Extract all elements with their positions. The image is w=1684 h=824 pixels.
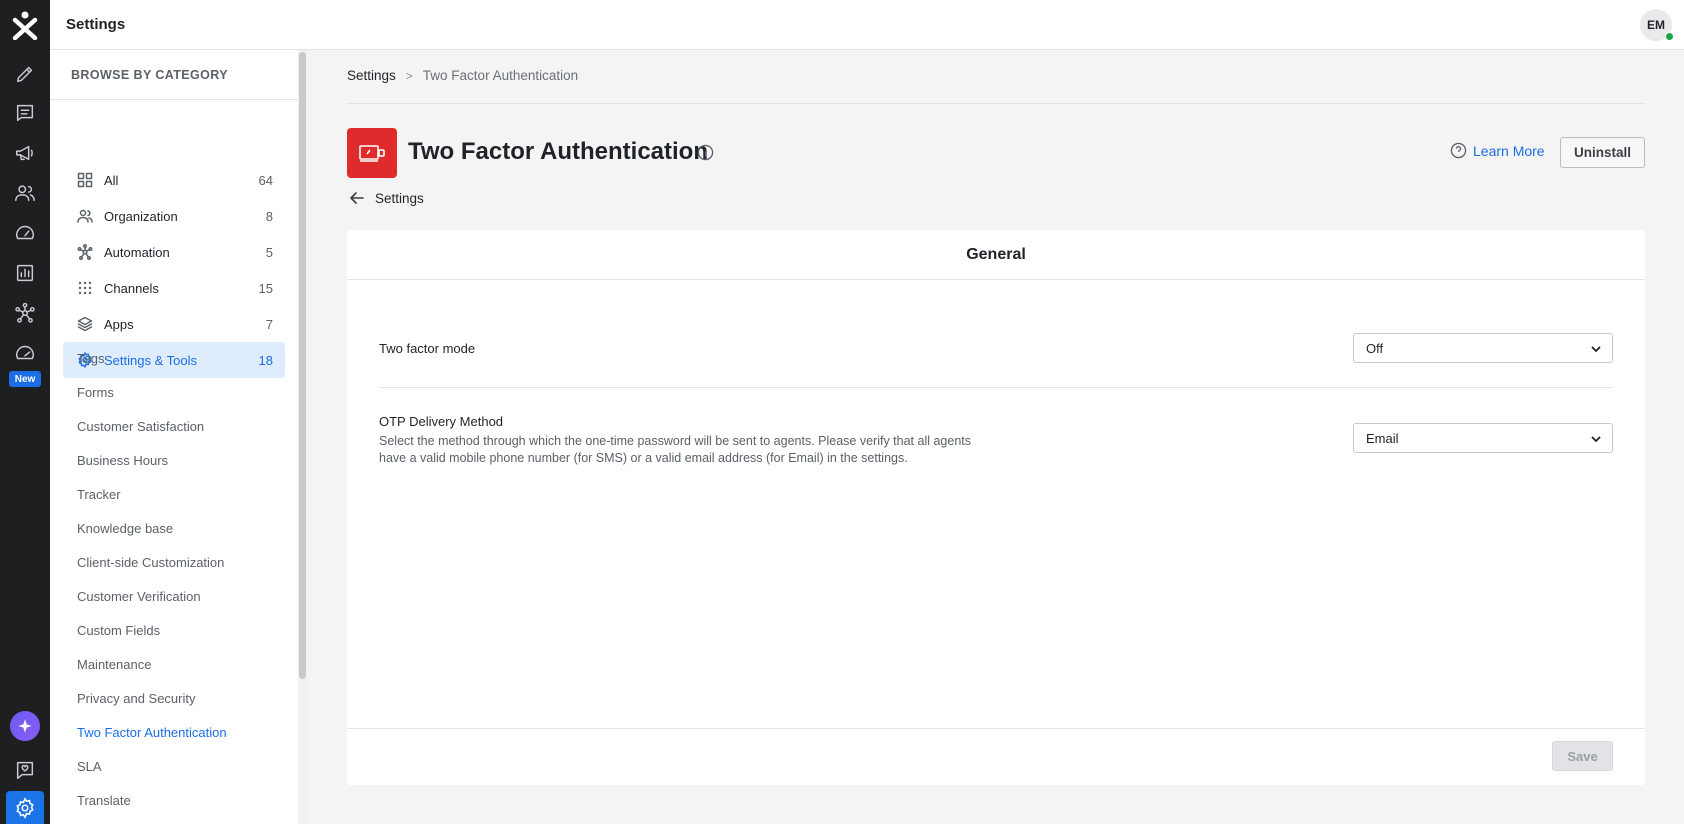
sub-item-tags[interactable]: Tags [77,351,104,366]
sidebar-item-apps[interactable]: Apps 7 [63,306,285,342]
online-status-dot [1665,32,1674,41]
app-title: Two Factor Authentication [408,138,708,165]
new-badge: New [9,371,41,387]
sub-item-privacy-security[interactable]: Privacy and Security [77,691,196,706]
avatar-initials: EM [1647,18,1665,32]
speedometer-icon[interactable] [0,334,50,372]
category-sidebar: BROWSE BY CATEGORY All 64 Organization 8… [50,50,307,824]
card-title: General [347,230,1645,280]
sidebar-item-channels[interactable]: Channels 15 [63,270,285,306]
sub-item-business-hours[interactable]: Business Hours [77,453,168,468]
sidebar-scrollbar-thumb[interactable] [299,52,306,679]
grid-icon [77,172,93,188]
sidebar-heading: BROWSE BY CATEGORY [71,68,228,82]
otp-delivery-value: Email [1366,430,1399,446]
arrow-left-icon [350,192,364,204]
save-button[interactable]: Save [1552,741,1613,771]
card-footer-divider [347,728,1645,729]
sidebar-item-count: 7 [265,316,273,332]
sub-item-two-factor-authentication[interactable]: Two Factor Authentication [77,725,227,740]
two-factor-mode-value: Off [1366,340,1384,356]
breadcrumb-current: Two Factor Authentication [422,68,579,83]
device-lock-icon [359,145,385,162]
automation-icon[interactable] [0,294,50,332]
page-title: Settings [66,16,126,33]
sidebar-item-count: 15 [258,280,273,296]
pencil-icon[interactable] [0,55,50,93]
top-bar: Settings EM [50,0,1684,50]
chevron-down-icon [1591,346,1601,352]
sidebar-divider [50,99,298,100]
two-factor-mode-select[interactable]: Off [1353,333,1613,363]
row-divider [379,387,1613,388]
hub-icon [77,244,93,260]
back-to-settings-link[interactable]: Settings [349,190,424,206]
sub-item-sla[interactable]: SLA [77,759,102,774]
people-icon [77,209,93,223]
tickets-icon[interactable] [0,94,50,132]
sidebar-item-automation[interactable]: Automation 5 [63,234,285,270]
info-icon[interactable] [697,144,714,161]
dots-grid-icon [78,281,92,295]
avatar[interactable]: EM [1640,9,1674,41]
sidebar-item-organization[interactable]: Organization 8 [63,198,285,234]
contacts-icon[interactable] [0,174,50,212]
help-circle-icon [1450,142,1467,159]
settings-icon[interactable] [6,791,44,824]
logo-icon[interactable] [0,6,50,44]
sub-item-knowledge-base[interactable]: Knowledge base [77,521,173,536]
sidebar-item-count: 5 [265,244,273,260]
breadcrumb-root[interactable]: Settings [347,68,396,83]
layers-icon [77,316,93,332]
sidebar-item-label: Settings & Tools [104,352,197,368]
back-label: Settings [375,190,424,206]
app-rail: New [0,0,50,824]
otp-delivery-select[interactable]: Email [1353,423,1613,453]
sidebar-item-count: 64 [258,172,273,188]
sidebar-item-count: 18 [258,352,273,368]
learn-more-label: Learn More [1473,142,1545,159]
sidebar-item-label: Organization [104,208,178,224]
sub-item-translate[interactable]: Translate [77,793,131,808]
sub-item-custom-fields[interactable]: Custom Fields [77,623,160,638]
uninstall-button[interactable]: Uninstall [1560,137,1645,168]
dashboard-icon[interactable] [0,214,50,252]
otp-delivery-description: Select the method through which the one-… [379,434,971,465]
sidebar-item-label: Channels [104,280,159,296]
chevron-down-icon [1591,436,1601,442]
ai-sparkle-icon[interactable] [10,711,40,741]
sub-item-maintenance[interactable]: Maintenance [77,657,151,672]
sidebar-item-all[interactable]: All 64 [63,162,285,198]
breadcrumb: Settings > Two Factor Authentication [347,68,578,83]
app-logo [347,128,397,178]
sidebar-item-label: Apps [104,316,134,332]
feedback-icon[interactable] [0,751,50,789]
two-factor-mode-label: Two factor mode [379,341,476,356]
breadcrumb-divider [347,103,1645,104]
learn-more-link[interactable]: Learn More [1450,142,1545,159]
megaphone-icon[interactable] [0,134,50,172]
sidebar-item-label: Automation [104,244,170,260]
sub-item-customer-verification[interactable]: Customer Verification [77,589,201,604]
sidebar-item-count: 8 [265,208,273,224]
reports-icon[interactable] [0,254,50,292]
sub-item-tracker[interactable]: Tracker [77,487,121,502]
sub-item-customer-satisfaction[interactable]: Customer Satisfaction [77,419,204,434]
breadcrumb-separator: > [405,68,413,83]
sub-item-client-side-customization[interactable]: Client-side Customization [77,555,224,570]
sidebar-item-label: All [104,172,119,188]
general-settings-card: General Two factor mode Off OTP Delivery… [347,230,1645,785]
otp-delivery-label: OTP Delivery Method [379,414,504,429]
sub-item-forms[interactable]: Forms [77,385,114,400]
